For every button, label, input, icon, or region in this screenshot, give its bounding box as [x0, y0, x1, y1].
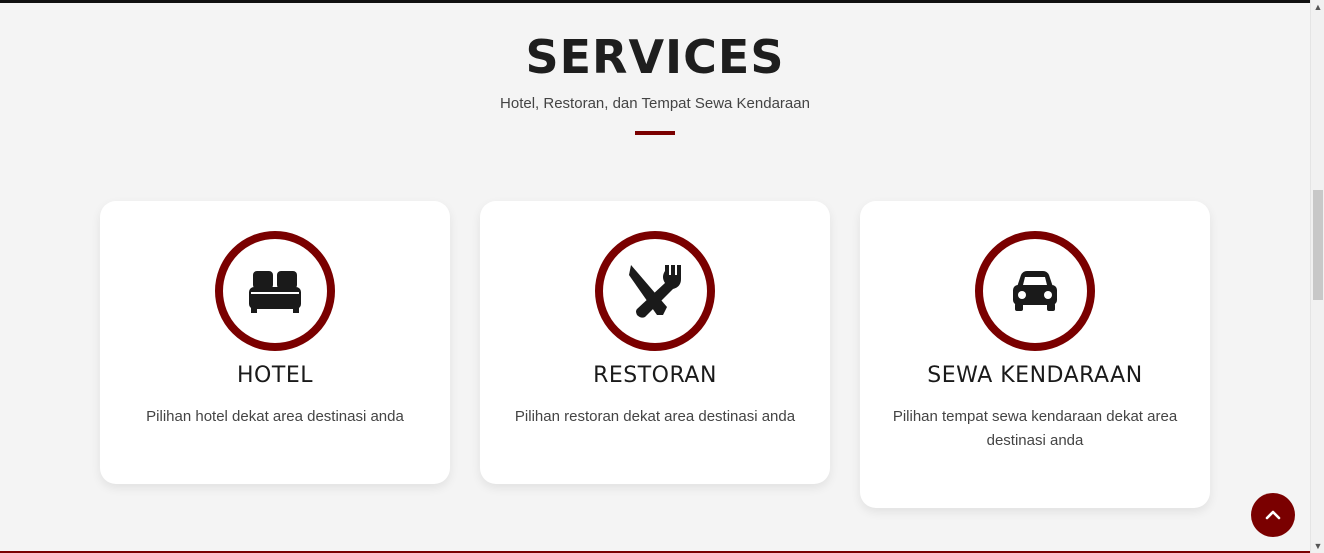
- service-card-restoran[interactable]: RESTORAN Pilihan restoran dekat area des…: [480, 201, 830, 484]
- card-title: HOTEL: [237, 363, 313, 388]
- card-description: Pilihan tempat sewa kendaraan dekat area…: [892, 408, 1178, 449]
- chevron-up-icon: [1265, 510, 1281, 520]
- card-title: RESTORAN: [593, 363, 717, 388]
- service-card-hotel[interactable]: HOTEL Pilihan hotel dekat area destinasi…: [100, 201, 450, 484]
- scroll-down-arrow[interactable]: ▼: [1311, 539, 1324, 553]
- card-description: Pilihan restoran dekat area destinasi an…: [514, 408, 796, 425]
- scrollbar[interactable]: ▲ ▼: [1310, 0, 1324, 553]
- service-card-sewa-kendaraan[interactable]: SEWA KENDARAAN Pilihan tempat sewa kenda…: [860, 201, 1210, 508]
- section-title: SERVICES: [525, 30, 785, 84]
- bed-icon: [215, 231, 335, 351]
- car-icon: [975, 231, 1095, 351]
- top-border: [0, 0, 1310, 3]
- card-description: Pilihan hotel dekat area destinasi anda: [146, 408, 404, 425]
- card-title: SEWA KENDARAAN: [927, 363, 1143, 388]
- section-subtitle: Hotel, Restoran, dan Tempat Sewa Kendara…: [500, 95, 810, 112]
- utensils-icon: [595, 231, 715, 351]
- title-underline: [635, 131, 675, 135]
- scroll-up-arrow[interactable]: ▲: [1311, 0, 1324, 14]
- scroll-thumb[interactable]: [1313, 190, 1323, 300]
- back-to-top-button[interactable]: [1251, 493, 1295, 537]
